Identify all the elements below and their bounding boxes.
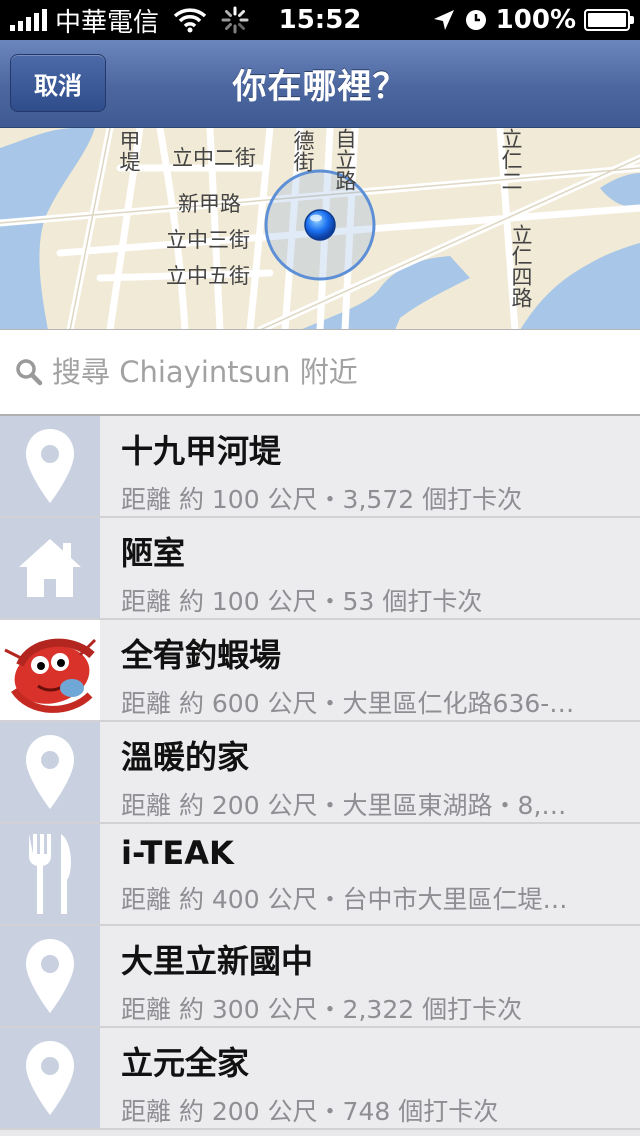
- cancel-button[interactable]: 取消: [10, 54, 106, 112]
- place-detail: 距離 約 100 公尺・3,572 個打卡次: [121, 485, 523, 514]
- map-label: 德街: [291, 130, 315, 172]
- status-bar: 中華電信 15:52 100%: [0, 0, 640, 40]
- battery-charging-icon: [584, 9, 634, 31]
- signal-icon: [10, 9, 47, 31]
- location-map[interactable]: 甲堤 立中二街 新甲路 立中三街 立中五街 自立路 德街 立仁二 立仁四路: [0, 128, 640, 330]
- place-detail: 距離 約 200 公尺・748 個打卡次: [121, 1097, 499, 1126]
- current-location-dot-icon: [304, 209, 336, 241]
- map-label: 新甲路: [178, 192, 241, 216]
- place-name: 溫暖的家: [121, 738, 250, 776]
- place-name: i-TEAK: [121, 834, 234, 872]
- carrier-name: 中華電信: [55, 7, 160, 38]
- location-arrow-icon: [433, 10, 454, 30]
- map-pin-icon: [0, 1028, 100, 1128]
- activity-spinner-icon: [221, 6, 249, 34]
- place-detail: 距離 約 400 公尺・台中市大里區仁堤…: [121, 885, 568, 914]
- place-detail: 距離 約 300 公尺・2,322 個打卡次: [121, 995, 523, 1024]
- map-pin-icon: [0, 926, 100, 1026]
- list-item[interactable]: 立元全家 距離 約 200 公尺・748 個打卡次: [0, 1028, 640, 1130]
- wifi-icon: [173, 8, 207, 33]
- place-detail: 距離 約 100 公尺・53 個打卡次: [121, 587, 483, 616]
- search-icon: [16, 359, 43, 386]
- place-detail: 距離 約 600 公尺・大里區仁化路636-…: [121, 689, 575, 718]
- page-title: 你在哪裡？: [232, 67, 408, 107]
- map-label: 自立路: [333, 128, 357, 191]
- shrimp-photo: [0, 620, 100, 720]
- map-pin-icon: [0, 416, 100, 516]
- list-item[interactable]: 全宥釣蝦場 距離 約 600 公尺・大里區仁化路636-…: [0, 620, 640, 722]
- map-pin-icon: [0, 722, 100, 822]
- map-label: 立中二街: [172, 146, 256, 170]
- list-item[interactable]: 十九甲河堤 距離 約 100 公尺・3,572 個打卡次: [0, 416, 640, 518]
- fork-knife-icon: [0, 824, 100, 924]
- map-label: 立中五街: [166, 264, 250, 288]
- search-bar: [0, 330, 640, 416]
- place-name: 陋室: [121, 534, 186, 572]
- list-item[interactable]: 大里立新國中 距離 約 300 公尺・2,322 個打卡次: [0, 926, 640, 1028]
- place-detail: 距離 約 200 公尺・大里區東湖路・8,…: [121, 791, 567, 820]
- place-name: 大里立新國中: [121, 942, 314, 980]
- map-label: 立中三街: [166, 228, 250, 252]
- map-label: 甲堤: [117, 130, 141, 172]
- list-item[interactable]: 陋室 距離 約 100 公尺・53 個打卡次: [0, 518, 640, 620]
- place-name: 立元全家: [121, 1044, 250, 1082]
- map-label: 立仁四路: [509, 224, 533, 308]
- list-item[interactable]: 溫暖的家 距離 約 200 公尺・大里區東湖路・8,…: [0, 722, 640, 824]
- place-name: 十九甲河堤: [121, 432, 282, 470]
- navigation-bar: 取消 你在哪裡？: [0, 40, 640, 128]
- battery-percent: 100%: [495, 5, 576, 35]
- list-item[interactable]: i-TEAK 距離 約 400 公尺・台中市大里區仁堤…: [0, 824, 640, 926]
- places-list: 十九甲河堤 距離 約 100 公尺・3,572 個打卡次 陋室 距離 約 100…: [0, 416, 640, 1136]
- map-label: 立仁二: [499, 128, 523, 191]
- alarm-clock-icon: [465, 10, 486, 30]
- search-input[interactable]: [52, 355, 612, 389]
- place-name: 全宥釣蝦場: [121, 636, 282, 674]
- home-icon: [0, 518, 100, 618]
